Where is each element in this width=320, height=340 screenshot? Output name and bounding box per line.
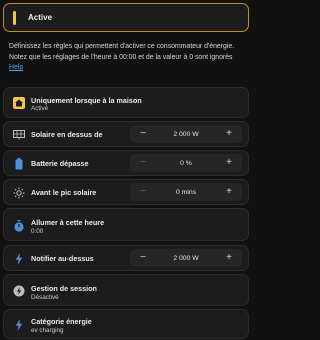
start-time-value: 0:00 [31, 228, 44, 235]
category-card[interactable]: Catégorie énergie ev charging [3, 309, 249, 339]
increment-button[interactable]: + [224, 253, 234, 263]
battery-icon [13, 158, 25, 170]
decrement-button[interactable]: − [138, 129, 148, 139]
description-text: Définissez les règles qui permettent d'a… [9, 43, 235, 61]
battery-threshold-card: Batterie dépasse − 0 % + [3, 150, 249, 176]
help-link[interactable]: Help [9, 63, 247, 74]
sun-icon [13, 187, 25, 199]
start-time-title: Allumer à cette heure [31, 218, 105, 227]
session-lightning-icon [13, 285, 25, 297]
solar-threshold-card: Solaire en dessus de − 2 000 W + [3, 121, 249, 147]
battery-threshold-stepper[interactable]: − 0 % + [130, 154, 242, 172]
home-only-title: Uniquement lorsque à la maison [31, 96, 142, 105]
category-value: ev charging [31, 327, 64, 334]
active-label: Active [28, 13, 53, 22]
solar-peak-card: Avant le pic solaire − 0 mins + [3, 179, 249, 205]
increment-button[interactable]: + [224, 158, 234, 168]
start-time-card[interactable]: Allumer à cette heure 0:00 [3, 208, 249, 241]
category-lightning-icon [13, 319, 25, 331]
active-toggle-card[interactable]: Active [3, 3, 249, 32]
rules-description: Définissez les règles qui permettent d'a… [9, 42, 247, 74]
battery-threshold-value: 0 % [180, 159, 192, 167]
solar-threshold-value: 2 000 W [173, 130, 199, 138]
timer-icon [13, 220, 25, 232]
lightning-icon [13, 253, 25, 265]
solar-panel-icon [13, 129, 25, 141]
decrement-button[interactable]: − [138, 158, 148, 168]
solar-threshold-stepper[interactable]: − 2 000 W + [130, 125, 242, 143]
category-title: Catégorie énergie [31, 317, 92, 326]
notify-threshold-value: 2 000 W [173, 254, 199, 262]
increment-button[interactable]: + [224, 187, 234, 197]
increment-button[interactable]: + [224, 129, 234, 139]
decrement-button[interactable]: − [138, 187, 148, 197]
solar-threshold-title: Solaire en dessus de [31, 130, 103, 139]
session-card[interactable]: Gestion de session Désactivé [3, 274, 249, 306]
solar-peak-title: Avant le pic solaire [31, 188, 97, 197]
solar-peak-value: 0 mins [175, 188, 197, 196]
active-indicator-icon [13, 10, 16, 25]
home-icon [13, 97, 25, 109]
battery-threshold-title: Batterie dépasse [31, 159, 89, 168]
notify-threshold-card: Notifier au-dessus − 2 000 W + [3, 245, 249, 271]
session-title: Gestion de session [31, 284, 97, 293]
decrement-button[interactable]: − [138, 253, 148, 263]
home-only-status: Activé [31, 105, 49, 112]
session-status: Désactivé [31, 294, 59, 301]
solar-peak-stepper[interactable]: − 0 mins + [130, 183, 242, 201]
notify-threshold-title: Notifier au-dessus [31, 254, 94, 263]
home-only-card[interactable]: Uniquement lorsque à la maison Activé [3, 87, 249, 118]
notify-threshold-stepper[interactable]: − 2 000 W + [130, 249, 242, 267]
